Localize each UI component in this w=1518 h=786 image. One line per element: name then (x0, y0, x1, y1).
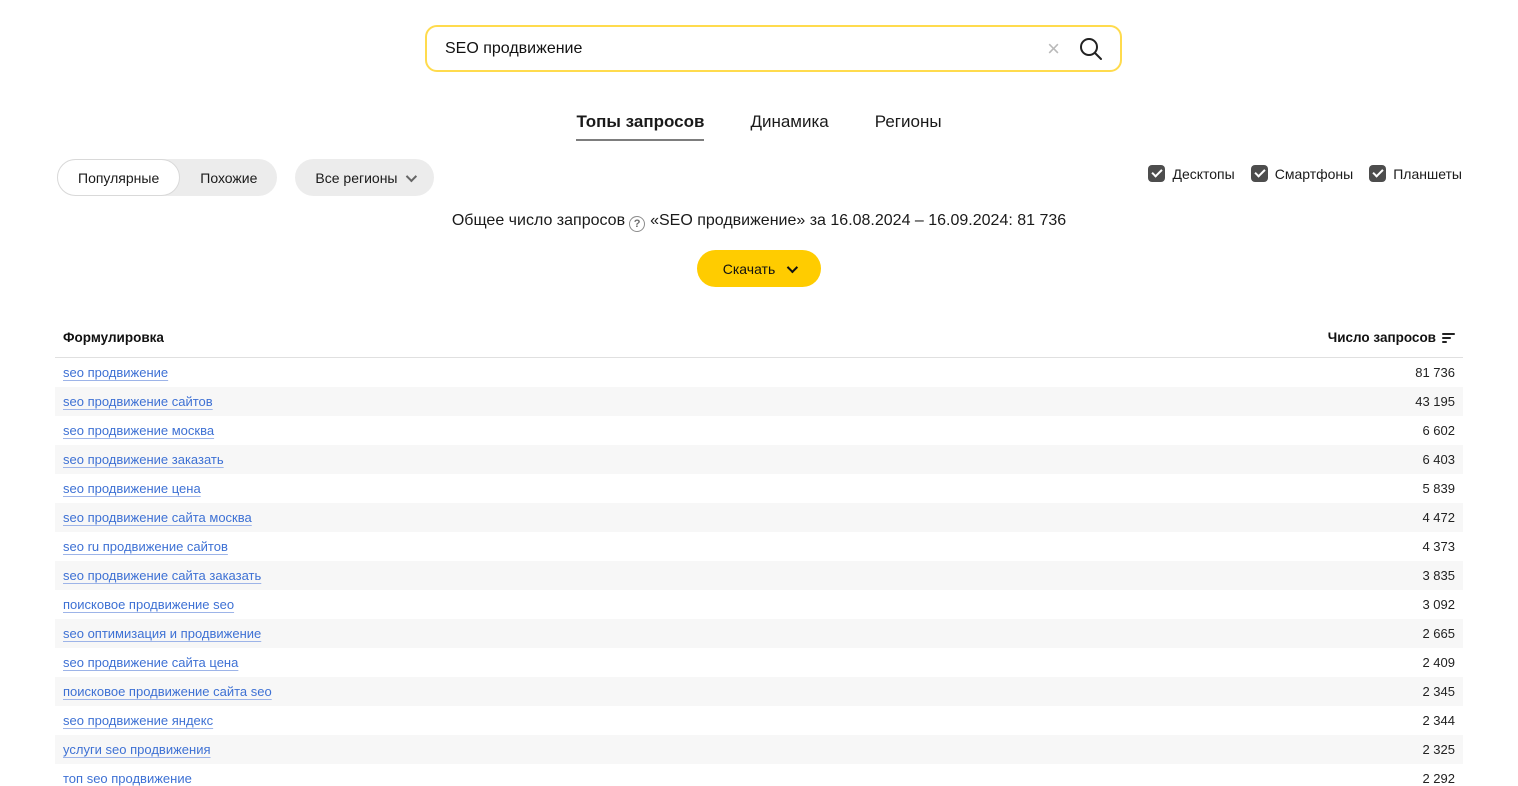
chevron-down-icon (406, 170, 417, 181)
total-queries-summary: Общее число запросов? «SEO продвижение» з… (0, 212, 1518, 232)
query-type-switch: Популярные Похожие (57, 159, 277, 196)
query-count: 2 665 (1422, 626, 1455, 641)
table-row: топ seo продвижение 2 292 (55, 764, 1463, 786)
region-selector-label: Все регионы (315, 170, 397, 186)
column-header-count-label: Число запросов (1328, 330, 1436, 345)
help-icon[interactable]: ? (629, 216, 645, 232)
table-row: seo оптимизация и продвижение 2 665 (55, 619, 1463, 648)
download-button-label: Скачать (723, 261, 776, 277)
column-header-count[interactable]: Число запросов (1328, 330, 1455, 345)
phrase-link[interactable]: seo продвижение сайта москва (63, 510, 252, 525)
phrase-link[interactable]: seo продвижение москва (63, 423, 214, 438)
query-count: 43 195 (1415, 394, 1455, 409)
phrase-link[interactable]: поисковое продвижение seo (63, 597, 234, 612)
table-row: seo ru продвижение сайтов 4 373 (55, 532, 1463, 561)
query-count: 6 602 (1422, 423, 1455, 438)
search-icon[interactable] (1078, 36, 1104, 62)
download-area: Скачать (0, 250, 1518, 287)
tab-top-queries[interactable]: Топы запросов (576, 112, 704, 141)
controls-row: Популярные Похожие Все регионы Десктопы … (0, 159, 1518, 196)
phrase-link[interactable]: seo ru продвижение сайтов (63, 539, 228, 554)
query-count: 2 345 (1422, 684, 1455, 699)
checkbox-icon[interactable] (1251, 165, 1268, 182)
device-filter-desktops[interactable]: Десктопы (1148, 165, 1234, 182)
query-count: 3 092 (1422, 597, 1455, 612)
summary-value: «SEO продвижение» за 16.08.2024 – 16.09.… (650, 212, 1066, 229)
table-row: seo продвижение цена 5 839 (55, 474, 1463, 503)
phrase-link[interactable]: поисковое продвижение сайта seo (63, 684, 272, 699)
device-filter-smartphones[interactable]: Смартфоны (1251, 165, 1354, 182)
clear-search-icon[interactable]: × (1047, 38, 1060, 60)
query-count: 4 472 (1422, 510, 1455, 525)
phrase-link[interactable]: seo продвижение (63, 365, 168, 380)
phrase-link[interactable]: seo продвижение яндекс (63, 713, 213, 728)
phrase-link[interactable]: seo оптимизация и продвижение (63, 626, 261, 641)
query-count: 81 736 (1415, 365, 1455, 380)
query-count: 2 409 (1422, 655, 1455, 670)
tab-dynamics[interactable]: Динамика (750, 112, 828, 141)
phrase-link[interactable]: seo продвижение сайтов (63, 394, 213, 409)
region-selector[interactable]: Все регионы (295, 159, 434, 196)
table-row: seo продвижение 81 736 (55, 358, 1463, 387)
summary-label: Общее число запросов (452, 212, 625, 229)
table-body: seo продвижение 81 736 seo продвижение с… (55, 358, 1463, 786)
table-row: seo продвижение москва 6 602 (55, 416, 1463, 445)
queries-table: Формулировка Число запросов seo продвиже… (55, 330, 1463, 786)
table-row: seo продвижение сайта москва 4 472 (55, 503, 1463, 532)
table-row: seo продвижение заказать 6 403 (55, 445, 1463, 474)
phrase-link[interactable]: услуги seo продвижения (63, 742, 211, 757)
phrase-link[interactable]: seo продвижение сайта заказать (63, 568, 261, 583)
table-header: Формулировка Число запросов (55, 330, 1463, 358)
query-count: 2 344 (1422, 713, 1455, 728)
query-count: 3 835 (1422, 568, 1455, 583)
table-row: seo продвижение сайта заказать 3 835 (55, 561, 1463, 590)
segment-popular[interactable]: Популярные (57, 159, 180, 196)
tab-regions[interactable]: Регионы (875, 112, 942, 141)
query-count: 2 292 (1422, 771, 1455, 786)
phrase-link[interactable]: seo продвижение заказать (63, 452, 224, 467)
table-row: услуги seo продвижения 2 325 (55, 735, 1463, 764)
column-header-phrase: Формулировка (63, 330, 164, 345)
query-count: 2 325 (1422, 742, 1455, 757)
left-filters: Популярные Похожие Все регионы (57, 159, 434, 196)
phrase-link[interactable]: seo продвижение цена (63, 481, 201, 496)
wordstat-page: × Топы запросов Динамика Регионы Популяр… (0, 0, 1518, 786)
query-count: 4 373 (1422, 539, 1455, 554)
device-filter-label: Смартфоны (1275, 166, 1354, 182)
table-row: seo продвижение яндекс 2 344 (55, 706, 1463, 735)
tabs: Топы запросов Динамика Регионы (0, 112, 1518, 141)
segment-similar[interactable]: Похожие (180, 159, 277, 196)
table-row: поисковое продвижение seo 3 092 (55, 590, 1463, 619)
phrase-link[interactable]: seo продвижение сайта цена (63, 655, 238, 670)
table-row: seo продвижение сайта цена 2 409 (55, 648, 1463, 677)
device-filter-tablets[interactable]: Планшеты (1369, 165, 1462, 182)
device-filters: Десктопы Смартфоны Планшеты (1148, 165, 1462, 182)
table-row: seo продвижение сайтов 43 195 (55, 387, 1463, 416)
query-count: 5 839 (1422, 481, 1455, 496)
device-filter-label: Планшеты (1393, 166, 1462, 182)
search-input[interactable] (445, 40, 1047, 58)
search-bar: × (425, 25, 1122, 72)
checkbox-icon[interactable] (1148, 165, 1165, 182)
sort-icon[interactable] (1442, 333, 1455, 343)
chevron-down-icon (787, 261, 798, 272)
download-button[interactable]: Скачать (697, 250, 822, 287)
device-filter-label: Десктопы (1172, 166, 1234, 182)
checkbox-icon[interactable] (1369, 165, 1386, 182)
phrase-link[interactable]: топ seo продвижение (63, 771, 192, 786)
table-row: поисковое продвижение сайта seo 2 345 (55, 677, 1463, 706)
query-count: 6 403 (1422, 452, 1455, 467)
